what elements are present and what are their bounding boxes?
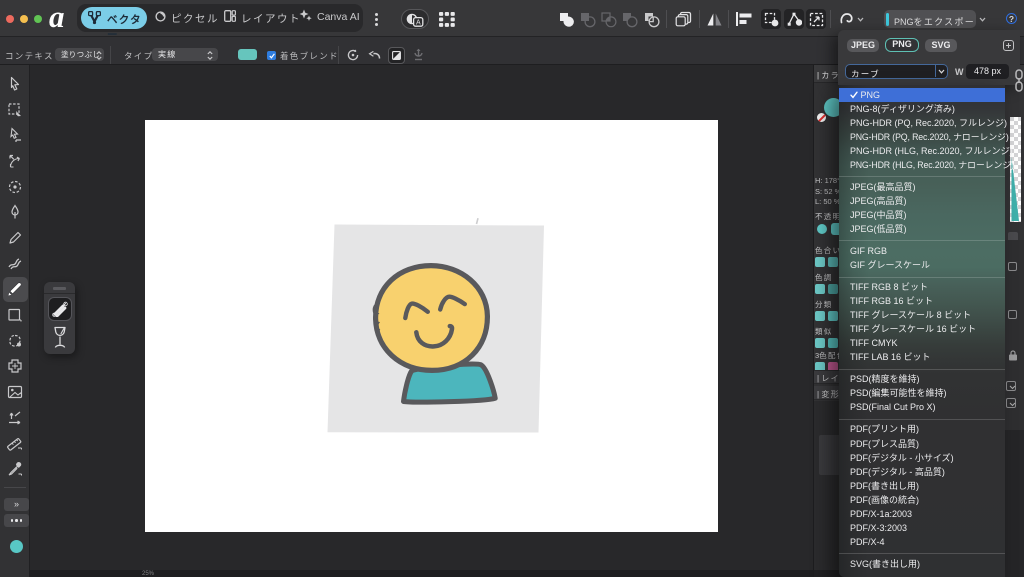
svg-text:A: A [416, 19, 421, 26]
